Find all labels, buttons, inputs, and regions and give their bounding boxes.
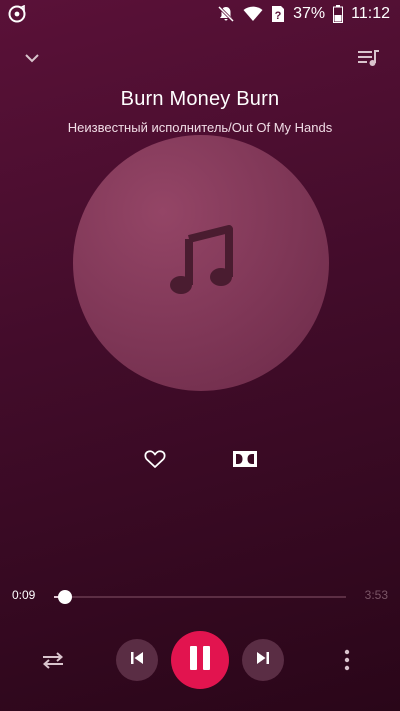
next-button[interactable] bbox=[242, 639, 284, 681]
previous-button[interactable] bbox=[116, 639, 158, 681]
total-time: 3:53 bbox=[364, 588, 388, 602]
track-subtitle: Неизвестный исполнитель/Out Of My Hands bbox=[67, 120, 333, 135]
clock: 11:12 bbox=[351, 5, 390, 22]
more-vert-icon[interactable] bbox=[338, 648, 356, 672]
no-sim-icon: ? bbox=[271, 5, 285, 23]
seek-track bbox=[54, 596, 346, 598]
album-art bbox=[73, 135, 329, 391]
skip-next-icon bbox=[254, 649, 272, 672]
heart-icon[interactable] bbox=[143, 447, 167, 471]
svg-text:?: ? bbox=[275, 10, 282, 22]
battery-icon bbox=[333, 5, 344, 23]
mute-icon bbox=[217, 5, 235, 23]
pause-icon bbox=[187, 644, 213, 677]
seek-bar[interactable] bbox=[54, 588, 346, 606]
queue-icon[interactable] bbox=[356, 46, 382, 70]
track-title: Burn Money Burn bbox=[120, 88, 280, 110]
play-pause-button[interactable] bbox=[171, 631, 229, 689]
battery-percent: 37% bbox=[293, 5, 326, 22]
current-time: 0:09 bbox=[12, 588, 36, 602]
player-top-bar bbox=[0, 40, 400, 76]
music-app-notification-icon bbox=[8, 5, 26, 23]
dolby-icon[interactable] bbox=[232, 449, 258, 469]
chevron-down-icon[interactable] bbox=[20, 46, 44, 70]
status-bar: ? 37% 11:12 bbox=[0, 0, 400, 28]
skip-previous-icon bbox=[128, 649, 146, 672]
seek-thumb[interactable] bbox=[58, 590, 73, 604]
repeat-icon[interactable] bbox=[40, 648, 66, 672]
music-note-icon bbox=[169, 224, 233, 302]
wifi-icon bbox=[243, 6, 263, 22]
